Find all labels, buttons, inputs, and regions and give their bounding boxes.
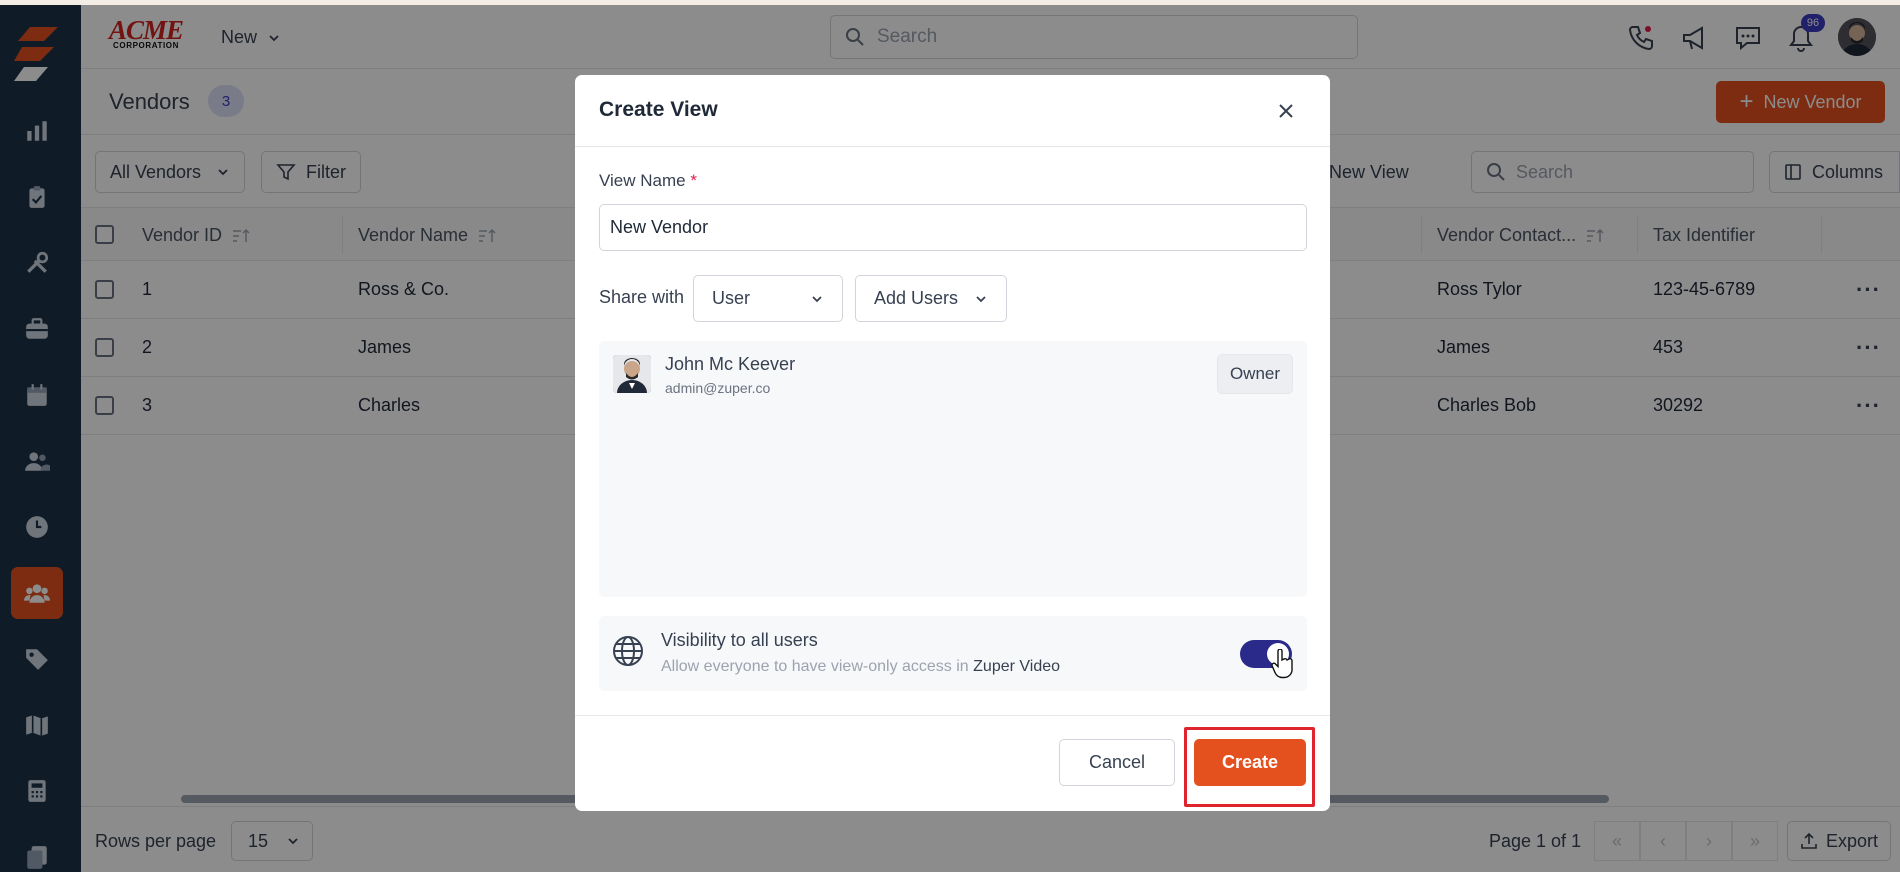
- chevron-down-icon: [976, 295, 986, 302]
- create-button-highlight: [1184, 727, 1315, 807]
- shared-user-avatar: [613, 355, 651, 393]
- owner-role-badge: Owner: [1217, 354, 1293, 394]
- required-mark: *: [690, 171, 697, 190]
- chevron-down-icon: [812, 295, 822, 302]
- view-name-label: View Name *: [599, 171, 697, 191]
- create-view-dialog: Create View View Name * Share with User …: [575, 75, 1330, 811]
- share-type-value: User: [712, 288, 751, 308]
- share-with-label: Share with: [599, 287, 685, 307]
- view-name-label-text: View Name: [599, 171, 686, 190]
- add-users-label: Add Users: [874, 288, 959, 308]
- add-users-dropdown[interactable]: Add Users: [855, 275, 1007, 322]
- dialog-header: Create View: [575, 75, 1330, 147]
- shared-users-list: John Mc Keever admin@zuper.co Owner: [599, 341, 1307, 597]
- shared-user-name: John Mc Keever: [665, 354, 796, 374]
- visibility-description: Allow everyone to have view-only access …: [661, 658, 1060, 676]
- share-type-dropdown[interactable]: User: [693, 275, 843, 322]
- globe-icon: [613, 636, 643, 666]
- cancel-button[interactable]: Cancel: [1059, 739, 1175, 786]
- visibility-setting: Visibility to all users Allow everyone t…: [599, 616, 1307, 691]
- visibility-title: Visibility to all users: [661, 630, 818, 650]
- view-name-input[interactable]: [599, 204, 1307, 251]
- dialog-title: Create View: [599, 98, 718, 121]
- close-icon[interactable]: [1272, 97, 1300, 125]
- visibility-app-name: Zuper Video: [973, 658, 1061, 675]
- hand-cursor-icon: [1271, 649, 1293, 679]
- visibility-description-text: Allow everyone to have view-only access …: [661, 658, 969, 675]
- shared-user-email: admin@zuper.co: [665, 380, 771, 396]
